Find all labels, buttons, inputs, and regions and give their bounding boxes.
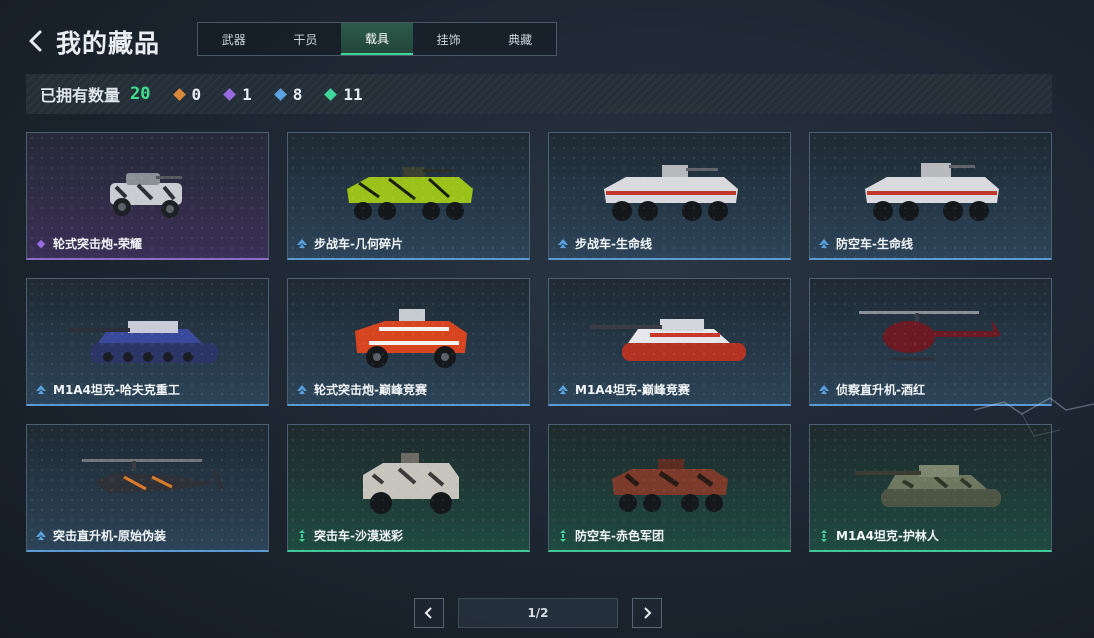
vehicle-card[interactable]: 步战车-生命线 <box>548 132 791 260</box>
ownership-stats-bar: 已拥有数量 20 0 1 8 11 <box>26 74 1052 114</box>
rarity-count: 1 <box>242 84 252 104</box>
vehicle-card[interactable]: 轮式突击炮-荣耀 <box>26 132 269 260</box>
tank-icon <box>589 319 746 361</box>
blue-rarity-icon <box>36 384 46 394</box>
blue-rarity-icon <box>297 384 307 394</box>
purple-gem-icon <box>223 87 237 101</box>
blue-rarity-icon <box>819 384 829 394</box>
rarity-count: 11 <box>343 84 363 104</box>
rarity-stat-purple: 1 <box>223 84 252 104</box>
rarity-count: 0 <box>191 84 202 104</box>
chevron-right-icon <box>644 607 652 619</box>
armored-car-icon <box>354 309 467 368</box>
rarity-stat-green: 11 <box>324 84 363 104</box>
vehicle-card[interactable]: M1A4坦克-哈夫克重工 <box>26 278 269 406</box>
tab-vehicles[interactable]: 载具 <box>341 23 413 55</box>
tank-icon <box>67 321 218 363</box>
pagination: 1/2 <box>414 598 662 628</box>
green-rarity-icon <box>299 529 305 542</box>
card-label: 轮式突击炮-巅峰竞赛 <box>296 381 427 398</box>
vehicle-card[interactable]: 轮式突击炮-巅峰竞赛 <box>287 278 530 406</box>
vehicle-card[interactable]: M1A4坦克-巅峰竞赛 <box>548 278 791 406</box>
card-label: 防空车-生命线 <box>818 235 913 252</box>
card-label: 轮式突击炮-荣耀 <box>35 235 142 252</box>
card-label: 步战车-几何碎片 <box>296 235 403 252</box>
prev-page-button[interactable] <box>414 598 444 628</box>
orange-gem-icon <box>172 87 186 101</box>
ifv-icon <box>346 167 473 220</box>
vehicle-card[interactable]: 防空车-赤色军团 <box>548 424 791 552</box>
blue-rarity-icon <box>36 530 46 540</box>
lightning-decoration <box>974 397 1094 437</box>
vehicle-name: M1A4坦克-巅峰竞赛 <box>575 383 690 397</box>
blue-rarity-icon <box>558 384 568 394</box>
tab-operators[interactable]: 干员 <box>270 23 342 55</box>
green-rarity-icon <box>821 529 827 542</box>
vehicle-name: 轮式突击炮-巅峰竞赛 <box>314 383 427 397</box>
vehicle-card[interactable]: 步战车-几何碎片 <box>287 132 530 260</box>
blue-gem-icon <box>273 87 287 101</box>
green-gem-icon <box>324 87 338 101</box>
vehicle-name: 侦察直升机-酒红 <box>836 383 925 397</box>
vehicle-card[interactable]: 突击直升机-原始伪装 <box>26 424 269 552</box>
page-indicator: 1/2 <box>458 598 618 628</box>
card-label: 突击直升机-原始伪装 <box>35 527 166 544</box>
vehicle-name: M1A4坦克-哈夫克重工 <box>53 383 180 397</box>
blue-rarity-icon <box>558 238 568 248</box>
chevron-left-icon <box>424 607 432 619</box>
tab-weapons[interactable]: 武器 <box>198 23 270 55</box>
tab-charms[interactable]: 挂饰 <box>413 23 485 55</box>
rarity-count: 8 <box>292 84 303 104</box>
vehicle-grid: 轮式突击炮-荣耀 步战车-几何碎片 步战车-生命线 防空车-生命线 M1A4坦克… <box>26 132 1052 552</box>
helicopter-icon <box>858 311 1001 361</box>
vehicle-name: 突击车-沙漠迷彩 <box>314 529 403 543</box>
vehicle-name: 防空车-赤色军团 <box>575 529 664 543</box>
next-page-button[interactable] <box>632 598 662 628</box>
card-label: 侦察直升机-酒红 <box>818 381 925 398</box>
attack-helicopter-icon <box>81 459 224 493</box>
chevron-left-icon <box>29 30 42 52</box>
category-tabs: 武器 干员 载具 挂饰 典藏 <box>197 22 557 56</box>
card-label: 防空车-赤色军团 <box>557 527 664 544</box>
vehicle-card[interactable]: 突击车-沙漠迷彩 <box>287 424 530 552</box>
page-title: 我的藏品 <box>56 29 161 58</box>
vehicle-card[interactable]: 防空车-生命线 <box>809 132 1052 260</box>
back-button[interactable] <box>26 28 46 54</box>
vehicle-name: 突击直升机-原始伪装 <box>53 529 166 543</box>
card-label: M1A4坦克-巅峰竞赛 <box>557 381 690 398</box>
blue-rarity-icon <box>297 238 307 248</box>
vehicle-name: 步战车-几何碎片 <box>314 237 403 251</box>
purple-rarity-icon <box>36 239 46 248</box>
card-label: M1A4坦克-哈夫克重工 <box>35 381 180 398</box>
green-rarity-icon <box>560 529 566 542</box>
card-label: 突击车-沙漠迷彩 <box>296 527 403 544</box>
card-label: 步战车-生命线 <box>557 235 652 252</box>
rarity-stat-orange: 0 <box>172 84 202 104</box>
assault-car-icon <box>362 453 459 514</box>
ifv-icon <box>864 163 999 221</box>
armored-car-icon <box>109 173 182 218</box>
tab-collection[interactable]: 典藏 <box>484 23 556 55</box>
ifv-icon <box>603 165 738 221</box>
vehicle-name: M1A4坦克-护林人 <box>836 529 939 543</box>
card-label: M1A4坦克-护林人 <box>818 527 939 544</box>
ifv-icon <box>611 459 728 512</box>
rarity-stat-blue: 8 <box>273 84 303 104</box>
blue-rarity-icon <box>819 238 829 248</box>
vehicle-name: 轮式突击炮-荣耀 <box>53 237 142 251</box>
owned-count: 20 <box>130 84 151 104</box>
vehicle-name: 步战车-生命线 <box>575 237 652 251</box>
owned-label: 已拥有数量 <box>40 86 121 105</box>
vehicle-name: 防空车-生命线 <box>836 237 913 251</box>
